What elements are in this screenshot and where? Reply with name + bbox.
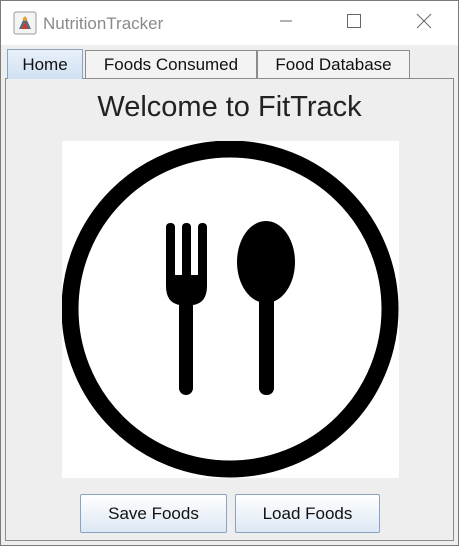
tab-label: Foods Consumed <box>103 54 239 74</box>
minimize-button[interactable] <box>251 1 321 45</box>
page-title: Welcome to FitTrack <box>97 91 362 123</box>
app-window: NutritionTracker Home Foods Consumed Foo… <box>0 0 459 546</box>
close-icon <box>416 13 432 34</box>
load-foods-button[interactable]: Load Foods <box>235 494 380 533</box>
save-foods-button[interactable]: Save Foods <box>80 494 227 533</box>
minimize-icon <box>279 14 293 33</box>
maximize-button[interactable] <box>319 1 389 45</box>
tab-bar: Home Foods Consumed Food Database <box>1 45 458 79</box>
tab-home[interactable]: Home <box>7 49 83 79</box>
main-content: Home Foods Consumed Food Database Welcom… <box>1 45 458 545</box>
tab-label: Food Database <box>275 54 392 74</box>
close-button[interactable] <box>389 1 459 45</box>
tab-label: Home <box>22 54 68 74</box>
title-bar[interactable]: NutritionTracker <box>1 1 458 45</box>
fork-spoon-plate-icon <box>62 141 399 478</box>
tab-foods-consumed[interactable]: Foods Consumed <box>85 50 257 78</box>
window-title: NutritionTracker <box>43 14 164 33</box>
java-app-icon <box>13 11 37 35</box>
tab-food-database[interactable]: Food Database <box>257 50 410 78</box>
maximize-icon <box>347 13 361 33</box>
home-panel: Welcome to FitTrack Save Foods Load Food… <box>5 78 454 541</box>
